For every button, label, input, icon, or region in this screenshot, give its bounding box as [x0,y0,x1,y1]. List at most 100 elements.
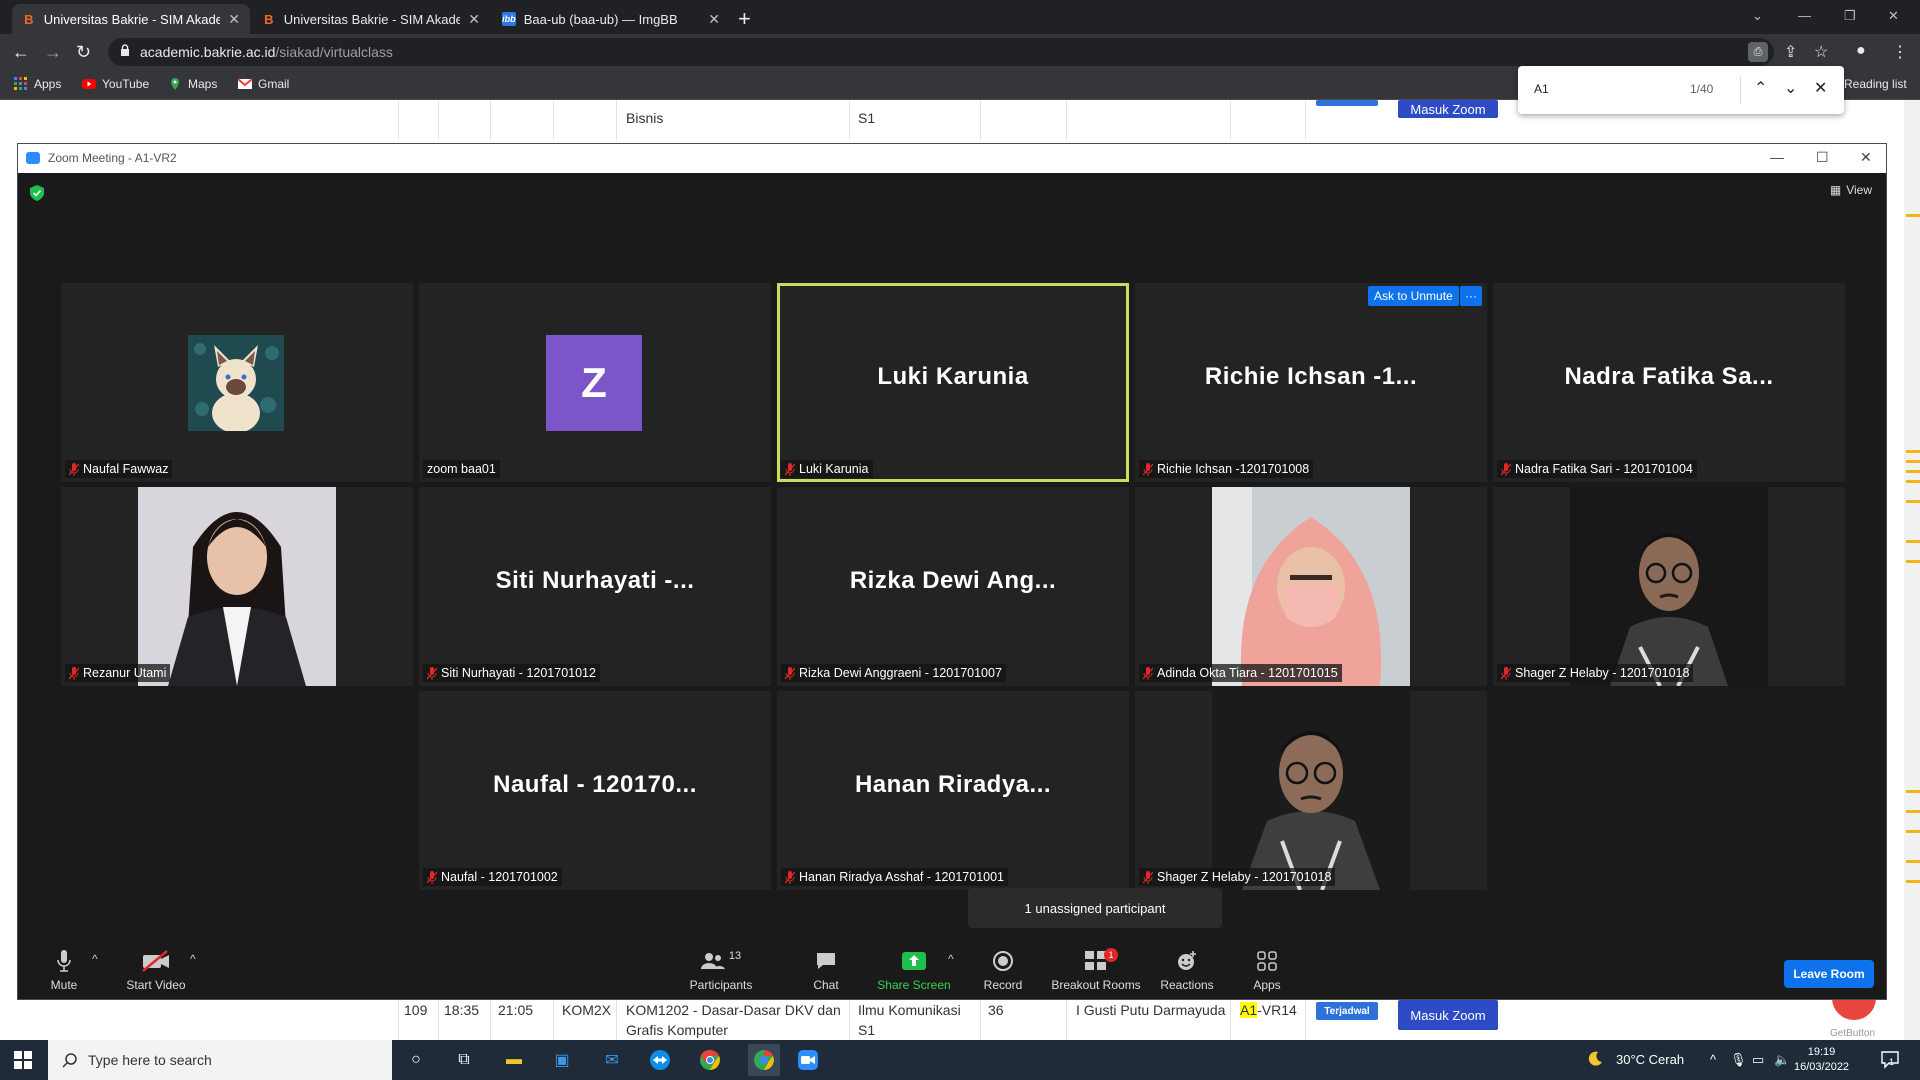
weather-text[interactable]: 30°C Cerah [1616,1052,1684,1067]
browser-tab-3[interactable]: ibb Baa-ub (baa-ub) — ImgBB ✕ [492,4,730,34]
microphone-tray-icon[interactable]: 🎙 [1730,1052,1747,1068]
close-tab-icon[interactable]: ✕ [468,11,480,28]
profile-avatar-icon[interactable]: ● [1856,42,1866,60]
chrome-profile-icon[interactable] [748,1044,780,1076]
mail-icon[interactable]: ✉ [600,1048,624,1072]
table-divider [849,100,850,140]
maximize-icon[interactable]: ☐ [1816,149,1829,166]
notification-icon[interactable]: 1 [1880,1049,1900,1072]
ask-to-unmute-button[interactable]: Ask to Unmute [1368,286,1459,306]
participant-name-tag: Shager Z Helaby - 1201701018 [1497,664,1694,682]
masuk-zoom-button[interactable]: Masuk Zoom [1398,100,1498,118]
participants-button[interactable]: 13 Participants [676,948,766,998]
teamviewer-icon[interactable] [648,1048,672,1072]
weather-moon-icon[interactable] [1586,1050,1604,1071]
start-video-button[interactable]: Start Video [111,948,201,998]
task-view-icon[interactable]: ⧉ [452,1048,476,1072]
share-icon[interactable]: ⇪ [1784,42,1797,62]
address-bar[interactable]: academic.bakrie.ac.id/siakad/virtualclas… [108,38,1774,66]
page-scrollbar[interactable] [1904,100,1920,1040]
close-tab-icon[interactable]: ✕ [708,11,720,28]
minimize-icon[interactable]: — [1798,8,1811,23]
participants-count: 13 [728,950,742,962]
cortana-circle-icon[interactable]: ○ [404,1048,428,1072]
participant-tile[interactable]: Rizka Dewi Ang... Rizka Dewi Anggraeni -… [777,487,1129,686]
tab-search-chevron-icon[interactable]: ⌄ [1752,8,1763,24]
bookmark-youtube[interactable]: YouTube [82,77,149,91]
reading-list[interactable]: Reading list [1844,77,1907,91]
window-close-icon[interactable]: ✕ [1860,149,1872,166]
forward-arrow-icon[interactable]: → [44,42,62,63]
breakout-badge: 1 [1104,948,1118,962]
bookmark-star-icon[interactable]: ☆ [1814,42,1828,62]
participant-tile[interactable]: Naufal Fawwaz [61,283,413,482]
chat-button[interactable]: Chat [781,948,871,998]
close-tab-icon[interactable]: ✕ [228,11,240,28]
file-explorer-icon[interactable]: ▬ [502,1048,526,1072]
room-suffix: -VR14 [1257,1002,1297,1018]
bakrie-favicon-icon: B [24,11,34,27]
participant-tile[interactable]: Shager Z Helaby - 1201701018 [1135,691,1487,890]
browser-tab-2[interactable]: B Universitas Bakrie - SIM Akadem ✕ [252,4,490,34]
encryption-shield-icon[interactable] [30,185,44,201]
network-icon[interactable]: ▭ [1752,1052,1764,1068]
video-options-caret-icon[interactable]: ^ [190,952,196,966]
participant-tile-active-speaker[interactable]: Luki Karunia Luki Karunia [777,283,1129,482]
participant-tile[interactable]: Naufal - 120170... Naufal - 1201701002 [419,691,771,890]
breakout-rooms-button[interactable]: 1 Breakout Rooms [1050,948,1142,998]
microsoft-store-icon[interactable]: ▣ [550,1048,574,1072]
find-match-marker [1906,790,1920,793]
apps-button[interactable]: Apps [1222,948,1312,998]
participant-name-tag: Naufal Fawwaz [65,460,173,478]
find-previous-chevron-up-icon[interactable]: ⌃ [1754,78,1767,98]
reload-icon[interactable]: ↻ [76,42,91,63]
participant-tile[interactable]: Siti Nurhayati -... Siti Nurhayati - 120… [419,487,771,686]
masuk-zoom-button[interactable]: Masuk Zoom [1398,1000,1498,1030]
share-options-caret-icon[interactable]: ^ [948,952,954,966]
more-options-button[interactable]: ··· [1460,286,1482,306]
reactions-button[interactable]: Reactions [1142,948,1232,998]
windows-start-icon[interactable] [14,1051,32,1069]
bookmark-apps[interactable]: Apps [14,77,61,91]
restore-icon[interactable]: ❐ [1844,8,1856,24]
tray-chevron-up-icon[interactable]: ^ [1710,1052,1716,1067]
participant-tile[interactable]: Rezanur Utami [61,487,413,686]
find-input[interactable]: A1 [1534,82,1549,96]
minimize-icon[interactable]: — [1770,149,1784,165]
participant-tile[interactable]: Shager Z Helaby - 1201701018 [1493,487,1845,686]
chrome-icon[interactable] [698,1048,722,1072]
find-close-icon[interactable]: ✕ [1814,78,1827,98]
zoom-app-icon[interactable] [796,1048,820,1072]
volume-icon[interactable]: 🔈 [1774,1052,1790,1068]
bookmark-gmail[interactable]: Gmail [238,77,289,91]
participant-tile[interactable]: Hanan Riradya... Hanan Riradya Asshaf - … [777,691,1129,890]
find-match-marker [1906,880,1920,883]
find-next-chevron-down-icon[interactable]: ⌄ [1784,78,1797,98]
participant-tile[interactable]: Richie Ichsan -1... Richie Ichsan -12017… [1135,283,1487,482]
share-screen-button[interactable]: Share Screen [869,948,959,998]
find-in-page-icon[interactable]: ⎙ [1748,42,1768,62]
participant-tile[interactable]: Z zoom baa01 [419,283,771,482]
participant-tile[interactable]: Nadra Fatika Sa... Nadra Fatika Sari - 1… [1493,283,1845,482]
leave-room-button[interactable]: Leave Room [1784,960,1874,988]
record-button[interactable]: Record [958,948,1048,998]
cell-prodi: Bisnis [626,110,664,126]
browser-tab-strip: B Universitas Bakrie - SIM Akadem ✕ B Un… [0,0,1920,34]
browser-tab-1[interactable]: B Universitas Bakrie - SIM Akadem ✕ [12,4,250,34]
system-clock[interactable]: 19:19 16/03/2022 [1794,1045,1849,1075]
back-arrow-icon[interactable]: ← [12,42,30,63]
audio-options-caret-icon[interactable]: ^ [92,952,98,966]
participant-tile[interactable]: Adinda Okta Tiara - 1201701015 [1135,487,1487,686]
participant-name: Naufal - 1201701002 [441,870,558,884]
kebab-menu-icon[interactable]: ⋮ [1892,42,1908,62]
taskbar-search-box[interactable]: Type here to search [48,1040,392,1080]
bookmark-maps[interactable]: Maps [168,77,217,91]
gmail-icon [238,78,252,89]
view-button[interactable]: ▦ View [1830,183,1872,197]
chat-label: Chat [813,978,839,992]
window-close-icon[interactable]: ✕ [1888,8,1899,24]
new-tab-plus-icon[interactable]: + [738,6,751,32]
table-divider [1066,998,1067,1040]
muted-mic-icon [1143,462,1153,476]
share-screen-icon [902,952,926,970]
